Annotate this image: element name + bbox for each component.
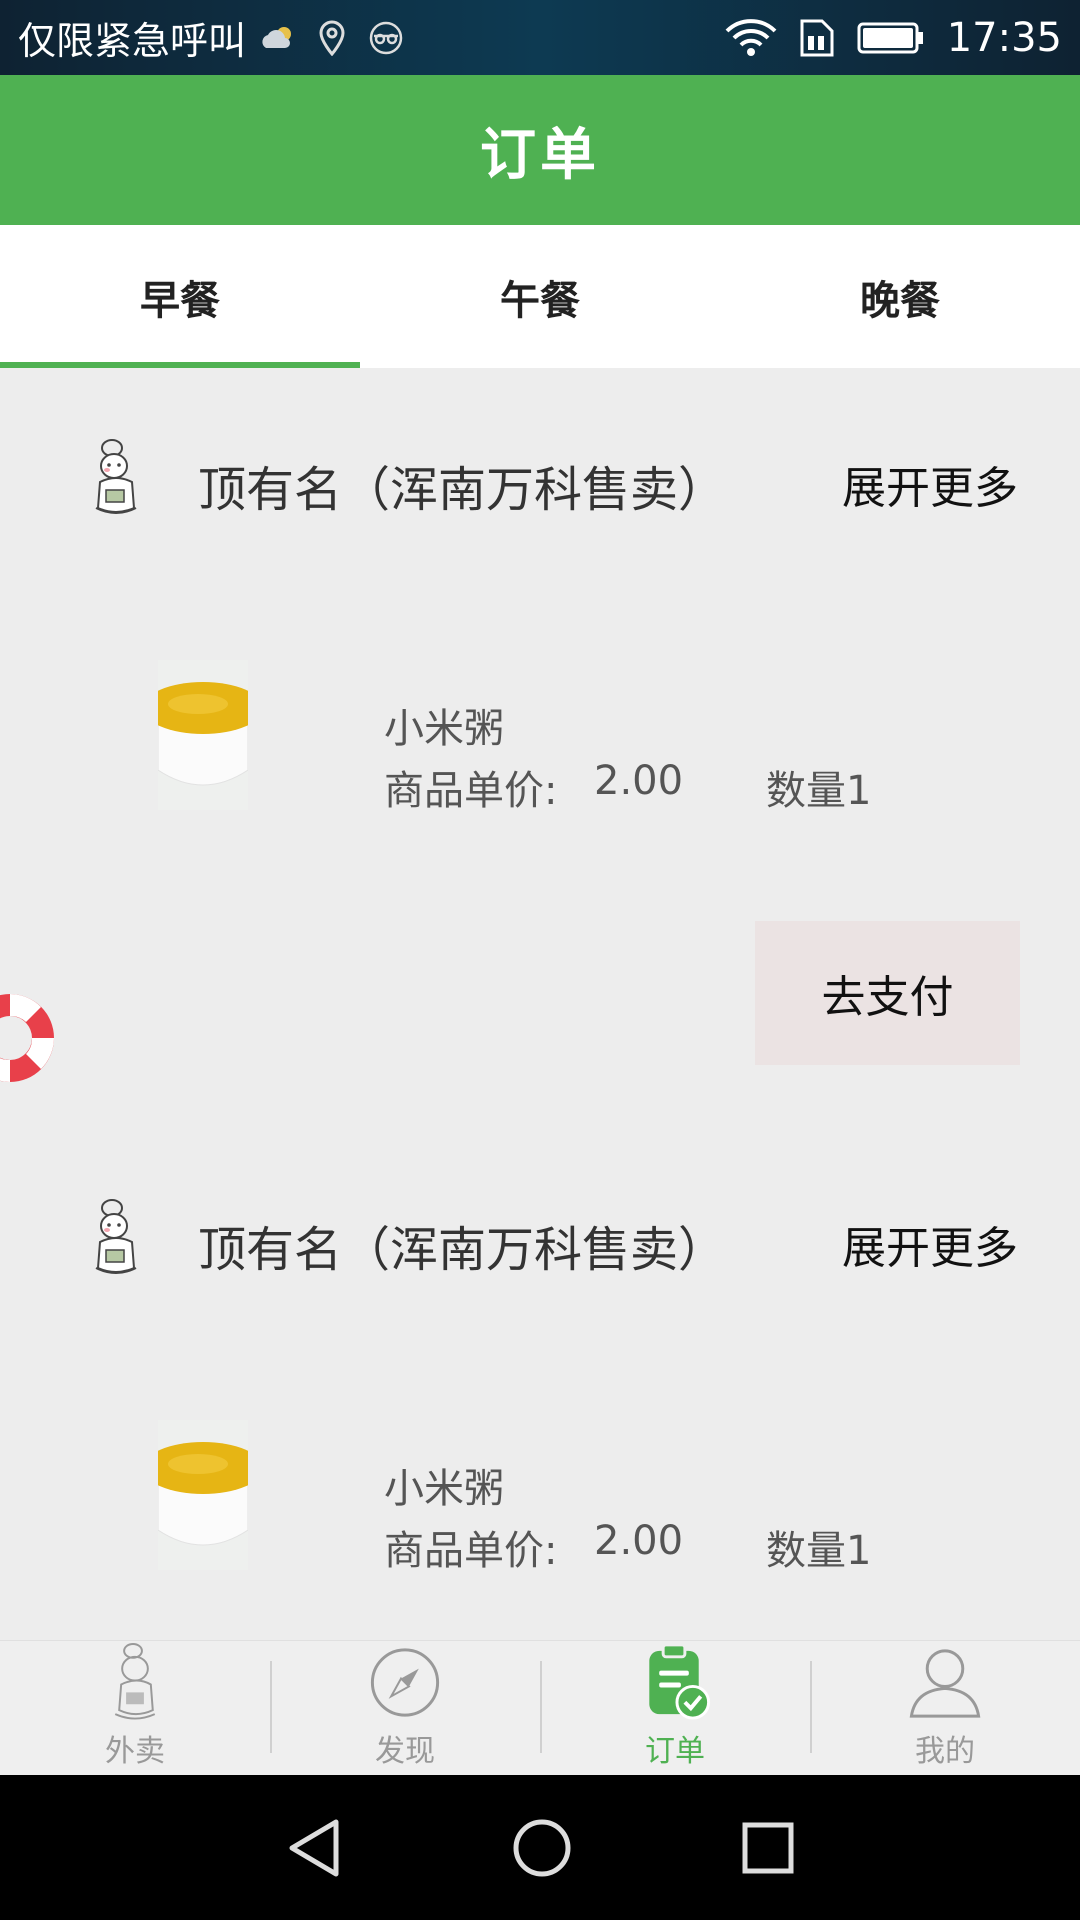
product-image: [158, 660, 248, 810]
shop-name: 顶有名（浑南万科售卖）: [198, 462, 727, 518]
nav-mine[interactable]: 我的: [810, 1641, 1080, 1776]
system-nav-bar: [0, 1775, 1080, 1920]
recents-icon[interactable]: [742, 1822, 794, 1874]
page-title: 订单: [480, 122, 600, 188]
user-icon: [909, 1649, 981, 1718]
battery-icon: [857, 21, 925, 55]
clock-text: 17:35: [946, 14, 1062, 61]
chef-icon: [114, 1642, 156, 1720]
nav-label: 外卖: [105, 1734, 165, 1769]
bottom-nav: 外卖 发现 订单 我的: [0, 1640, 1080, 1776]
nav-label: 我的: [915, 1734, 975, 1769]
nav-label: 订单: [645, 1734, 705, 1769]
shop-name: 顶有名（浑南万科售卖）: [198, 1222, 727, 1278]
status-bar: 仅限紧急呼叫 17:35: [0, 0, 1080, 75]
unit-price-label: 商品单价:: [384, 1528, 558, 1574]
tab-breakfast[interactable]: 早餐: [0, 225, 360, 368]
carrier-text: 仅限紧急呼叫: [18, 19, 247, 63]
item-name: 小米粥: [384, 706, 504, 752]
nav-orders[interactable]: 订单: [540, 1641, 810, 1776]
shop-header: 顶有名（浑南万科售卖） 展开更多: [0, 1188, 1080, 1288]
nav-label: 发现: [375, 1734, 435, 1769]
tab-lunch[interactable]: 午餐: [360, 225, 720, 368]
expand-more-link[interactable]: 展开更多: [842, 1212, 1018, 1276]
pay-button[interactable]: 去支付: [755, 921, 1020, 1065]
compass-icon: [370, 1648, 440, 1717]
unit-price-value: 2.00: [594, 758, 684, 804]
nav-takeout[interactable]: 外卖: [0, 1641, 270, 1776]
unit-price-value: 2.00: [594, 1518, 684, 1564]
quantity-text: 数量1: [766, 768, 872, 814]
product-image: [158, 1420, 248, 1570]
app-header: 订单: [0, 75, 1080, 225]
clipboard-check-icon: [649, 1643, 711, 1720]
lifebuoy-icon[interactable]: [0, 988, 60, 1088]
back-icon[interactable]: [286, 1818, 342, 1878]
location-icon: [318, 19, 346, 56]
order-card: 顶有名（浑南万科售卖） 展开更多 小米粥 商品单价: 2.00 数量1 去支付: [0, 368, 1080, 1128]
chef-logo-icon: [95, 439, 137, 514]
unit-price-label: 商品单价:: [384, 768, 558, 814]
home-icon[interactable]: [512, 1818, 572, 1878]
shop-header: 顶有名（浑南万科售卖） 展开更多: [0, 428, 1080, 528]
quantity-text: 数量1: [766, 1528, 872, 1574]
nav-discover[interactable]: 发现: [270, 1641, 540, 1776]
sim-icon: [799, 18, 835, 58]
order-item: 小米粥 商品单价: 2.00 数量1: [0, 1420, 1080, 1574]
order-item: 小米粥 商品单价: 2.00 数量1: [0, 660, 1080, 814]
chef-logo-icon: [95, 1199, 137, 1274]
tab-dinner[interactable]: 晚餐: [720, 225, 1080, 368]
weather-icon: [260, 24, 296, 52]
meal-tabs: 早餐 午餐 晚餐: [0, 225, 1080, 368]
glasses-icon: [368, 20, 404, 56]
expand-more-link[interactable]: 展开更多: [842, 452, 1018, 516]
item-name: 小米粥: [384, 1466, 504, 1512]
wifi-icon: [725, 18, 777, 57]
